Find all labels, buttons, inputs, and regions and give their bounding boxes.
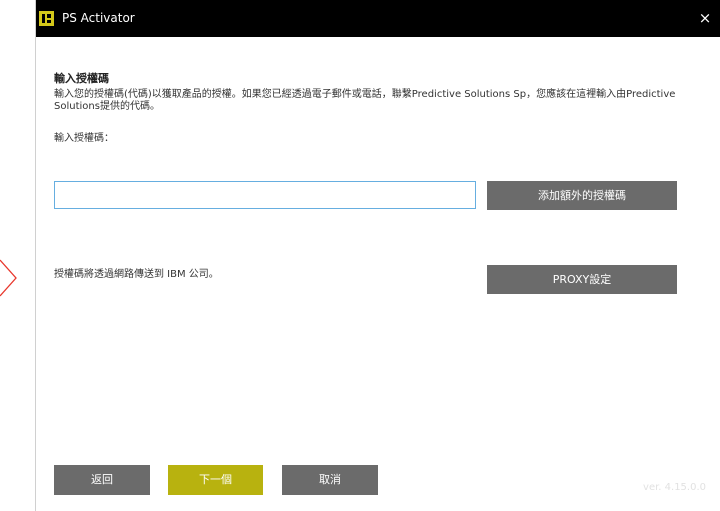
close-icon: × [698, 9, 712, 27]
title-bar: PS Activator × [36, 0, 720, 37]
version-label: ver. 4.15.0.0 [643, 482, 706, 493]
chevron-right-icon [0, 259, 17, 297]
left-gutter [0, 0, 35, 511]
page-heading: 輸入授權碼 [54, 72, 109, 85]
proxy-settings-button[interactable]: PROXY設定 [487, 265, 677, 294]
close-button[interactable]: × [690, 0, 720, 37]
code-input-label: 輸入授權碼： [54, 133, 114, 144]
cancel-button[interactable]: 取消 [282, 465, 378, 495]
network-notice-text: 授權碼將透過網路傳送到 IBM 公司。 [54, 269, 219, 280]
ps-activator-app-icon [39, 11, 54, 26]
back-button[interactable]: 返回 [54, 465, 150, 495]
authorization-code-input[interactable] [54, 181, 476, 209]
main-content: 輸入授權碼 輸入您的授權碼(代碼)以獲取產品的授權。如果您已經透過電子郵件或電話… [36, 37, 720, 511]
window-title: PS Activator [62, 11, 135, 25]
add-additional-code-button[interactable]: 添加額外的授權碼 [487, 181, 677, 210]
instruction-text: 輸入您的授權碼(代碼)以獲取產品的授權。如果您已經透過電子郵件或電話，聯繫Pre… [54, 89, 676, 112]
next-button[interactable]: 下一個 [168, 465, 263, 495]
